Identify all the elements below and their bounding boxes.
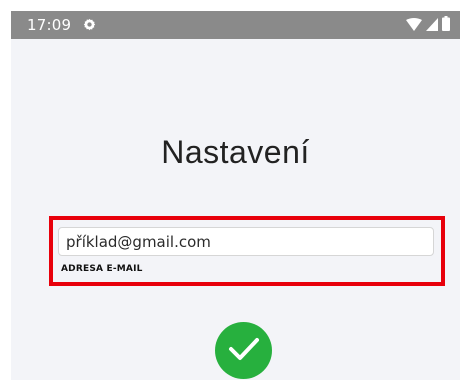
status-left: 17:09 [27,16,96,35]
confirm-button[interactable] [215,322,272,379]
checkmark-icon [228,337,260,364]
status-right [406,15,450,35]
wifi-icon [406,16,422,35]
page-title: Nastavení [161,134,310,170]
status-bar: 17:09 [11,11,460,39]
email-field[interactable] [58,227,434,256]
gear-icon [83,16,96,35]
email-field-label: ADRESA E-MAIL [61,264,143,274]
battery-icon [442,15,450,35]
status-time: 17:09 [27,16,72,34]
settings-screen: Nastavení ADRESA E-MAIL [11,39,460,380]
signal-icon [426,16,438,35]
